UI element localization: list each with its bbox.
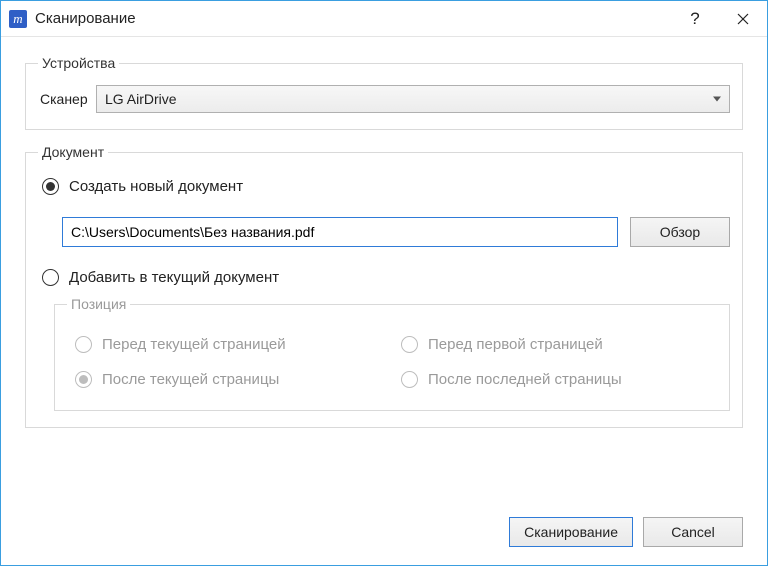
document-group: Документ Создать новый документ Обзор До… [25,144,743,428]
radio-icon [42,269,59,286]
radio-before-first: Перед первой страницей [397,332,713,357]
radio-after-last-label: После последней страницы [428,371,622,388]
position-legend: Позиция [67,296,130,312]
radio-icon [75,336,92,353]
scanner-row: Сканер LG AirDrive [38,85,730,113]
radio-before-current: Перед текущей страницей [71,332,387,357]
radio-after-last: После последней страницы [397,367,713,392]
radio-icon [42,178,59,195]
browse-button-label: Обзор [660,224,700,240]
cancel-button-label: Cancel [671,524,715,540]
help-icon: ? [690,9,699,29]
scan-button[interactable]: Сканирование [509,517,633,547]
cancel-button[interactable]: Cancel [643,517,743,547]
scan-button-label: Сканирование [524,524,618,540]
scanner-select[interactable]: LG AirDrive [96,85,730,113]
devices-group: Устройства Сканер LG AirDrive [25,55,743,130]
dialog-content: Устройства Сканер LG AirDrive Документ С… [1,37,767,458]
titlebar: m Сканирование ? [1,1,767,37]
dialog-footer: Сканирование Cancel [509,517,743,547]
radio-create-new-label: Создать новый документ [69,178,243,195]
radio-append-label: Добавить в текущий документ [69,269,279,286]
chevron-down-icon [713,97,721,102]
radio-after-current: После текущей страницы [71,367,387,392]
path-row: Обзор [62,217,730,247]
help-button[interactable]: ? [671,1,719,36]
scanner-label: Сканер [38,91,96,107]
position-grid: Перед текущей страницей Перед первой стр… [67,326,717,394]
radio-icon [75,371,92,388]
titlebar-buttons: ? [671,1,767,36]
browse-button[interactable]: Обзор [630,217,730,247]
radio-before-current-label: Перед текущей страницей [102,336,286,353]
radio-icon [401,371,418,388]
close-button[interactable] [719,1,767,36]
radio-icon [401,336,418,353]
radio-append[interactable]: Добавить в текущий документ [38,265,730,290]
radio-create-new[interactable]: Создать новый документ [38,174,730,199]
document-legend: Документ [38,144,108,160]
close-icon [737,13,749,25]
radio-after-current-label: После текущей страницы [102,371,279,388]
radio-before-first-label: Перед первой страницей [428,336,603,353]
path-input[interactable] [62,217,618,247]
scanner-value: LG AirDrive [105,91,177,107]
position-group: Позиция Перед текущей страницей Перед пе… [54,296,730,411]
devices-legend: Устройства [38,55,119,71]
app-icon: m [9,10,27,28]
window-title: Сканирование [35,10,671,27]
